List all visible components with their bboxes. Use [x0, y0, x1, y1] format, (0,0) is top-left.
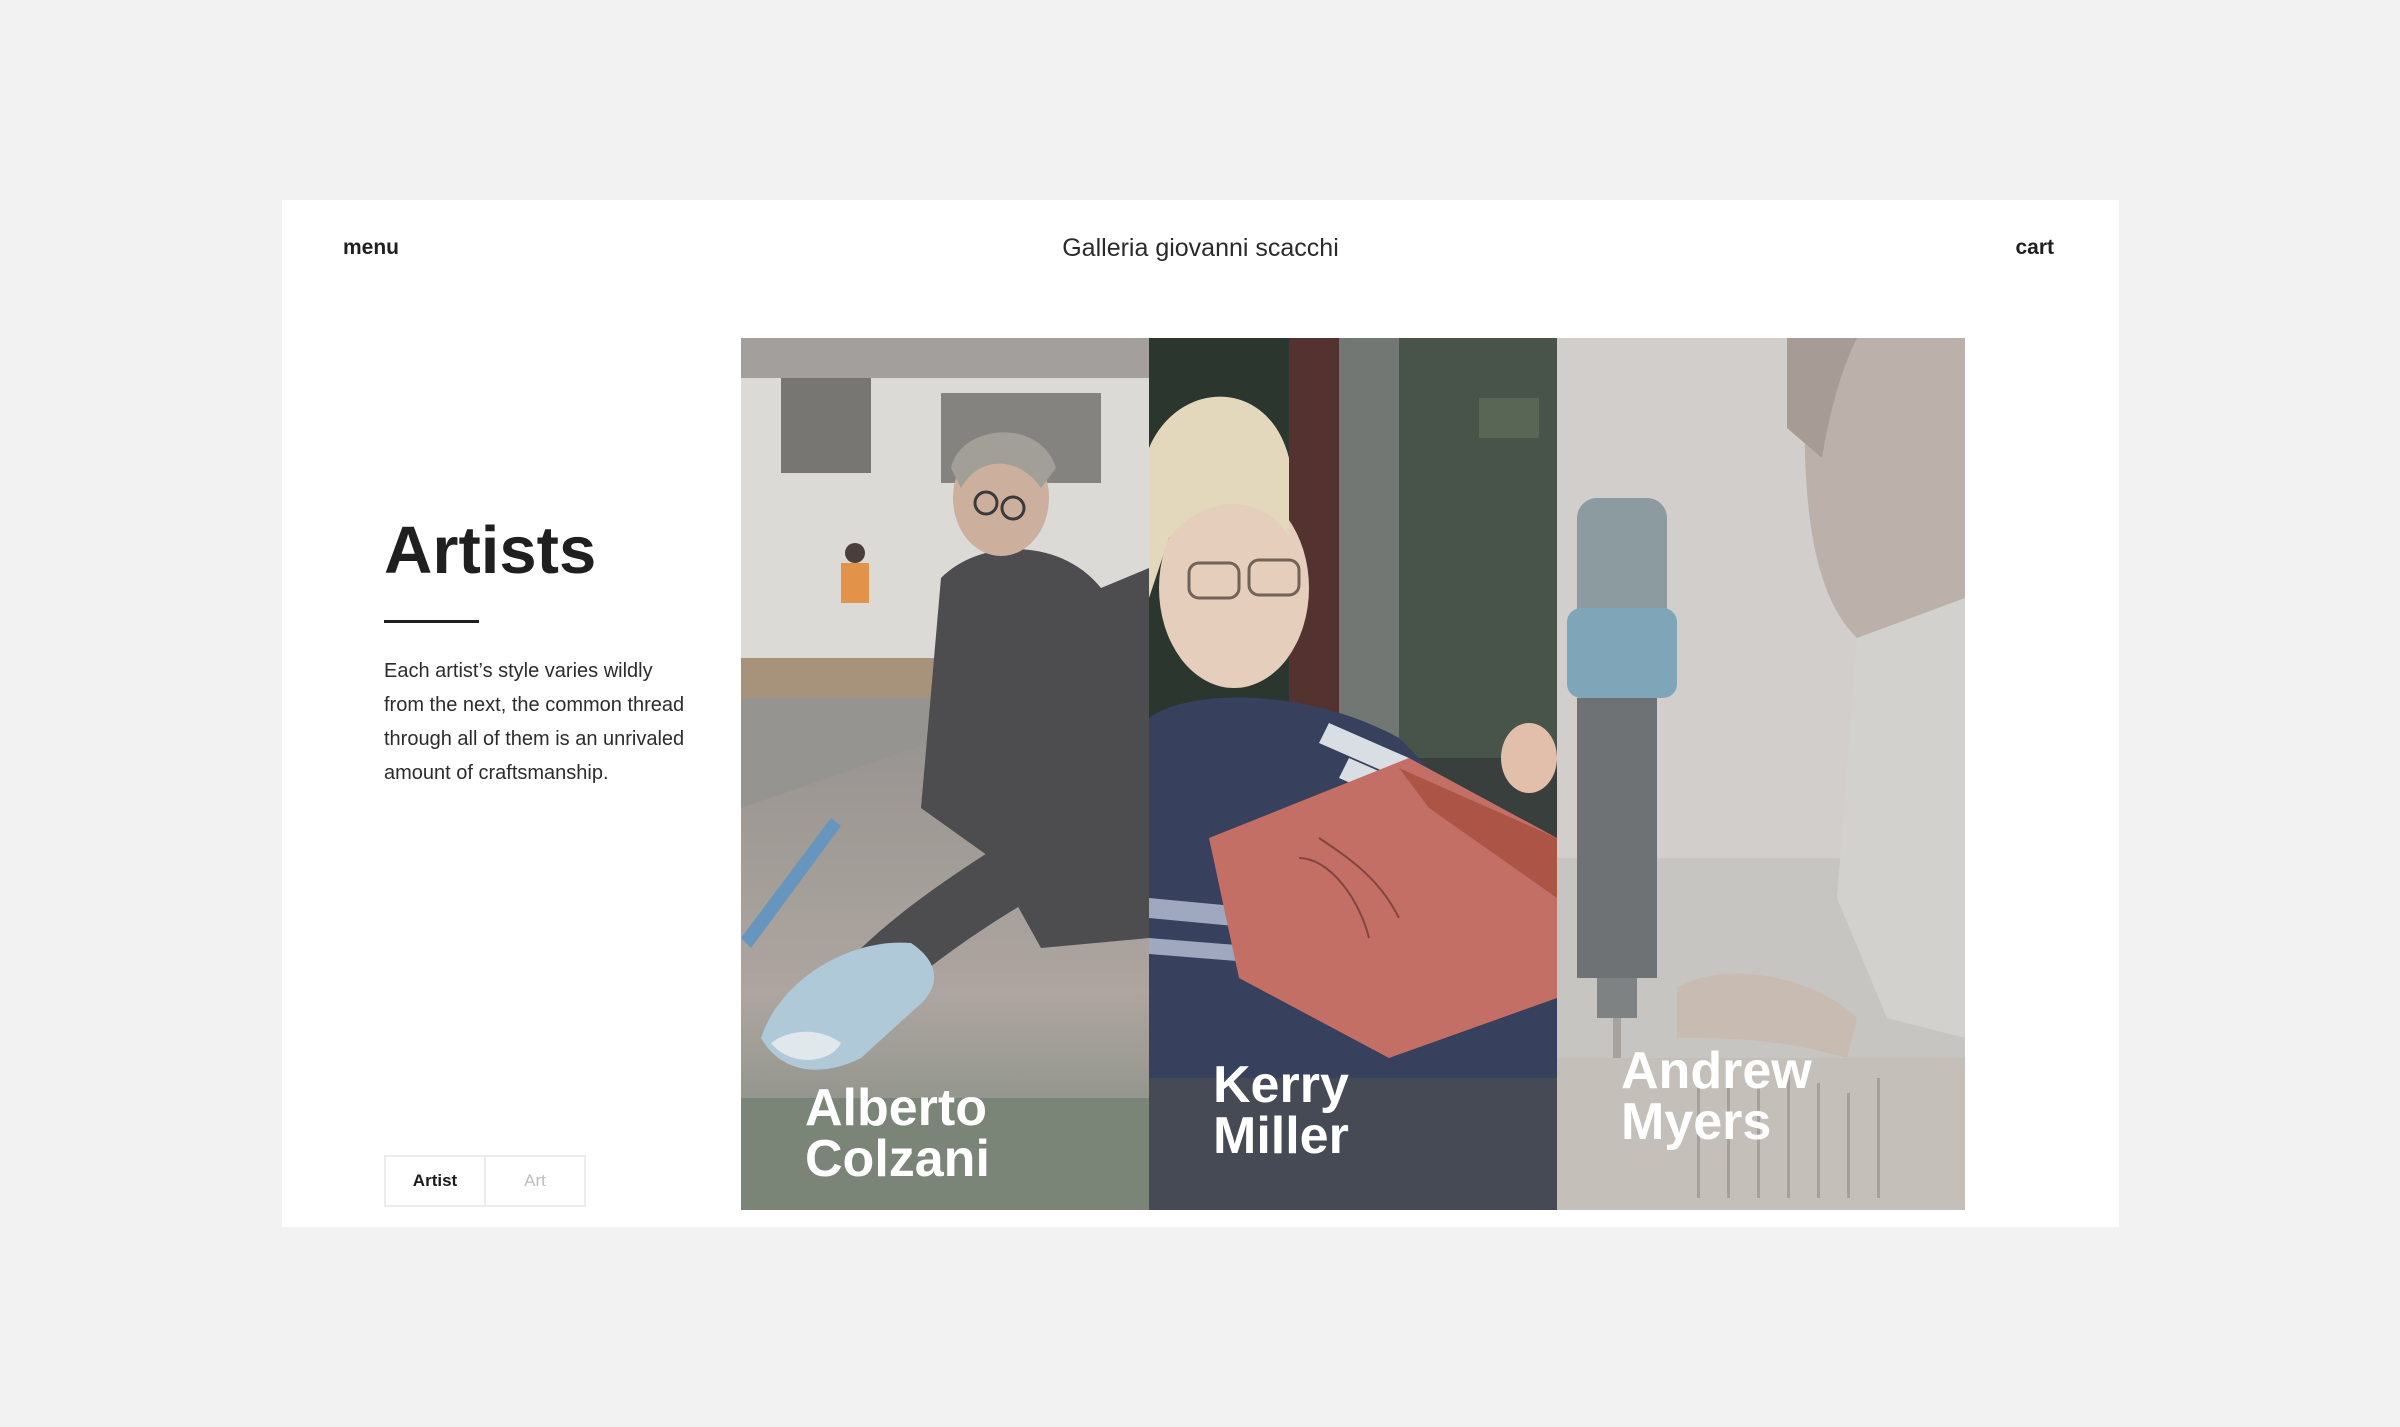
page-heading: Artists	[384, 513, 597, 588]
heading-underline	[384, 620, 479, 623]
artist-card-kerry-miller[interactable]: Kerry Miller	[1149, 338, 1557, 1210]
artist-photo-kerry	[1149, 338, 1557, 1210]
page-card: menu Galleria giovanni scacchi cart Arti…	[282, 200, 2119, 1227]
cart-button[interactable]: cart	[2015, 236, 2054, 260]
view-toggle: Artist Art	[384, 1155, 586, 1207]
toggle-art-button[interactable]: Art	[486, 1157, 584, 1205]
artist-gallery: Alberto Colzani Kerry Miller Andrew Myer…	[741, 338, 1965, 1210]
site-title[interactable]: Galleria giovanni scacchi	[282, 234, 2119, 263]
artist-name-andrew-myers: Andrew Myers	[1621, 1042, 1812, 1151]
intro-text: Each artist’s style varies wildly from t…	[384, 660, 685, 784]
artist-card-alberto-colzani[interactable]: Alberto Colzani	[741, 338, 1149, 1210]
artist-name-alberto-colzani: Alberto Colzani	[805, 1079, 990, 1188]
artist-card-andrew-myers[interactable]: Andrew Myers	[1557, 338, 1965, 1210]
toggle-artist-button[interactable]: Artist	[386, 1157, 486, 1205]
artist-name-kerry-miller: Kerry Miller	[1213, 1056, 1349, 1165]
